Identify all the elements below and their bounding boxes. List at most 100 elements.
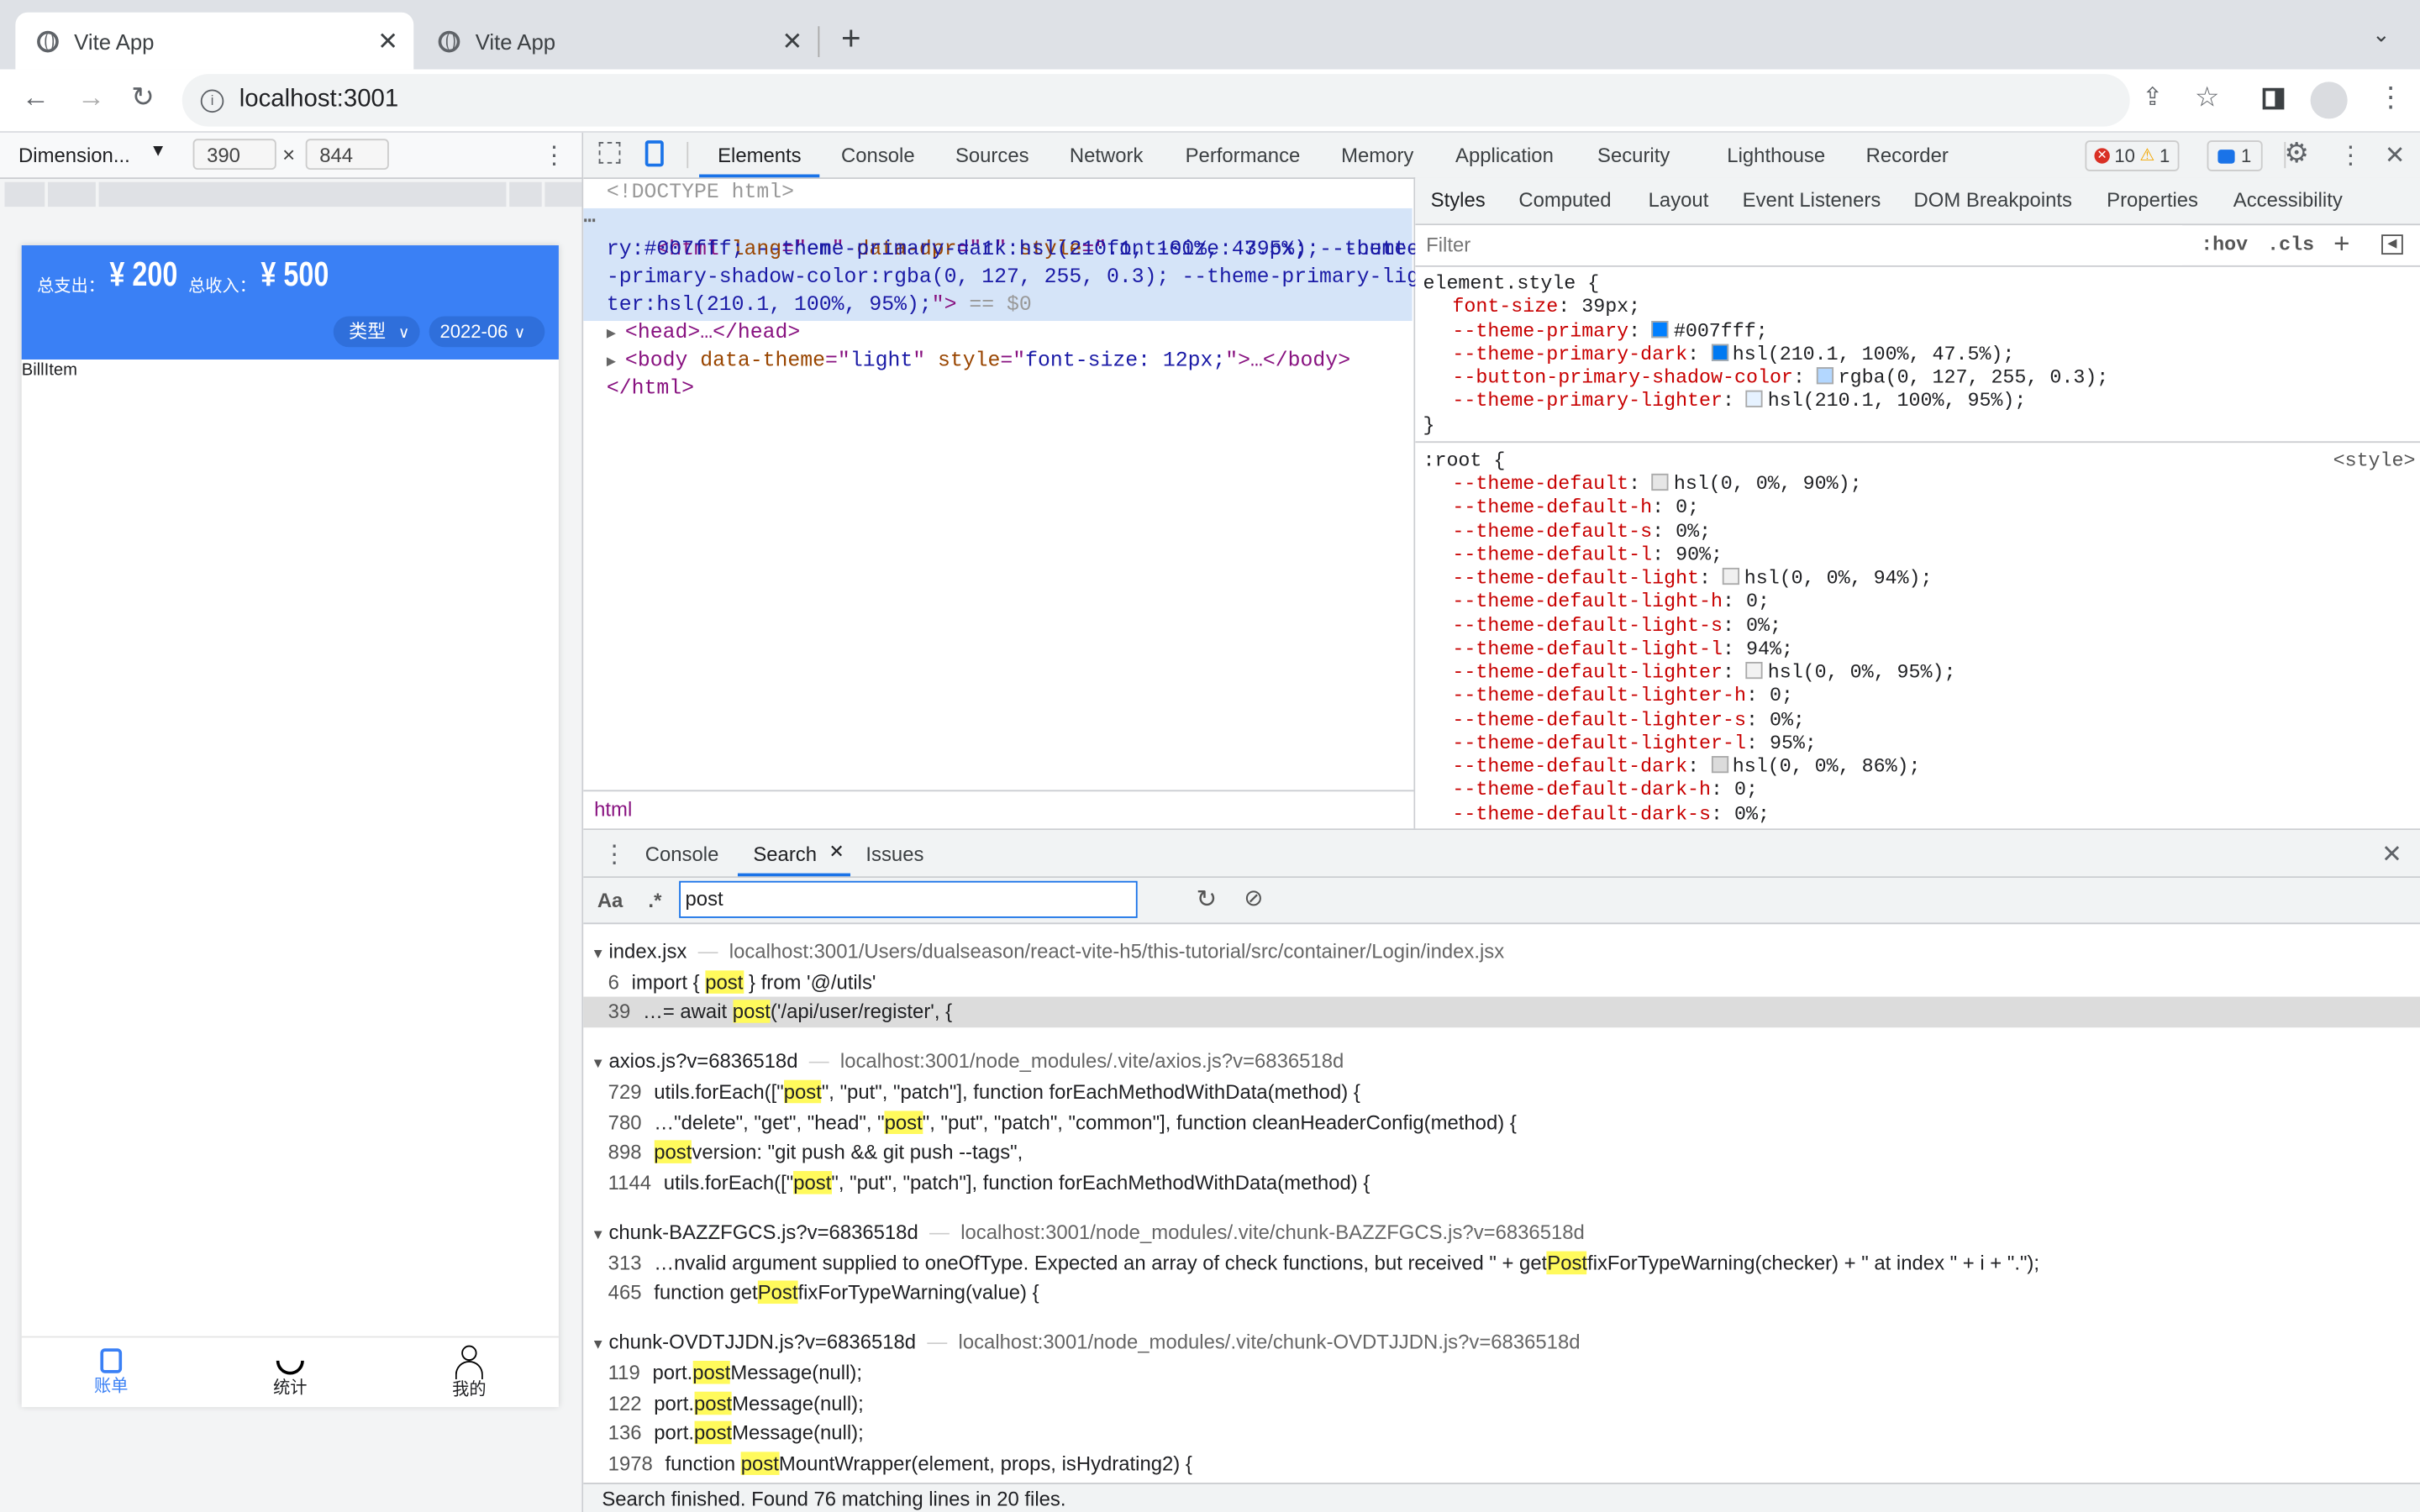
style-property[interactable]: --theme-default-lighter: hsl(0, 0%, 95%)… — [1452, 660, 1955, 684]
drawer-menu-icon[interactable]: ⋮ — [602, 839, 626, 870]
devtools-tab-application[interactable]: Application — [1455, 133, 1554, 177]
reload-icon[interactable]: ↻ — [131, 81, 155, 114]
media-query-bar[interactable] — [4, 181, 45, 207]
style-property[interactable]: --theme-default-s: 0%; — [1452, 519, 1711, 543]
messages-counter[interactable]: 1 — [2207, 140, 2263, 171]
info-icon[interactable]: i — [200, 88, 224, 113]
browser-tab[interactable]: Vite App ✕ — [417, 26, 820, 57]
devtools-tab-performance[interactable]: Performance — [1186, 133, 1301, 177]
close-tab-icon[interactable]: ✕ — [781, 26, 802, 57]
styles-filter-input[interactable]: Filter — [1415, 225, 2183, 265]
media-query-bar[interactable] — [98, 181, 507, 207]
style-property[interactable]: --theme-default-light-s: 0%; — [1452, 613, 1781, 637]
devtools-tab-sources[interactable]: Sources — [955, 133, 1029, 177]
color-swatch[interactable] — [1652, 320, 1670, 338]
date-filter-button[interactable]: 2022-06 ∨ — [429, 316, 545, 348]
style-property[interactable]: --button-primary-shadow-color: rgba(0, 1… — [1452, 365, 2108, 389]
type-filter-button[interactable]: 类型 ∨ — [333, 316, 420, 348]
media-query-bar[interactable] — [47, 181, 96, 207]
device-menu-icon[interactable]: ⋮ — [542, 140, 566, 171]
browser-tab-active[interactable]: Vite App ✕ — [15, 12, 414, 70]
style-property[interactable]: --theme-default-light-h: 0; — [1452, 590, 1770, 613]
color-swatch[interactable] — [1746, 391, 1764, 408]
nav-item-profile[interactable]: 我的 — [380, 1337, 559, 1408]
devtools-tab-network[interactable]: Network — [1070, 133, 1144, 177]
settings-gear-icon[interactable]: ⚙ — [2284, 137, 2309, 170]
style-property[interactable]: --theme-default-l: 90%; — [1452, 543, 1723, 566]
result-line[interactable]: 136 port.postMessage(null); — [583, 1418, 2420, 1448]
style-property[interactable]: --theme-default-h: 0; — [1452, 496, 1699, 519]
node-ellipsis[interactable]: ⋯ — [583, 210, 596, 238]
dropdown-triangle-icon[interactable]: ▼ — [150, 142, 166, 160]
result-file-header[interactable]: ▼ axios.js?v=6836518d — localhost:3001/n… — [583, 1047, 2420, 1077]
result-line[interactable]: 465 function getPostfixForTypeWarning(val… — [583, 1278, 2420, 1308]
breadcrumb-html[interactable]: html — [594, 798, 632, 822]
styles-tab-accessibility[interactable]: Accessibility — [2233, 188, 2343, 212]
new-tab-button[interactable]: + — [841, 18, 861, 59]
match-case-toggle[interactable]: Aa — [597, 889, 623, 912]
result-line[interactable]: 1144 utils.forEach(["post", "put", "patch… — [583, 1168, 2420, 1198]
body-node[interactable]: ▶ <body data-theme="light" style="font-s… — [607, 349, 1350, 378]
menu-kebab-icon[interactable]: ⋮ — [2377, 81, 2405, 114]
color-swatch[interactable] — [1723, 567, 1740, 585]
color-swatch[interactable] — [1816, 367, 1834, 385]
color-swatch[interactable] — [1746, 661, 1764, 680]
nav-item-bills[interactable]: 账单 — [22, 1337, 201, 1408]
style-property[interactable]: --theme-default-lighter-s: 0%; — [1452, 707, 1805, 731]
result-line[interactable]: 898 postversion: "git push && git push --… — [583, 1137, 2420, 1168]
forward-icon[interactable]: → — [77, 81, 105, 114]
result-line[interactable]: 780 …"delete", "get", "head", "post", "pu… — [583, 1107, 2420, 1137]
close-devtools-icon[interactable]: ✕ — [2385, 140, 2406, 171]
result-line[interactable]: 39 …= await post('/api/user/register', { — [583, 996, 2420, 1027]
result-line[interactable]: 119 port.postMessage(null); — [583, 1357, 2420, 1388]
devtools-tab-console[interactable]: Console — [841, 133, 915, 177]
issues-counter[interactable]: ✕ 10 ⚠ 1 — [2085, 140, 2180, 171]
devtools-tab-recorder[interactable]: Recorder — [1866, 133, 1949, 177]
dimensions-dropdown[interactable]: Dimension... — [18, 144, 130, 167]
refresh-search-icon[interactable]: ↻ — [1196, 884, 1217, 915]
devtools-tab-elements[interactable]: Elements — [699, 133, 820, 178]
devtools-menu-icon[interactable]: ⋮ — [2338, 140, 2363, 171]
close-search-tab-icon[interactable]: ✕ — [829, 841, 844, 863]
color-swatch[interactable] — [1652, 473, 1670, 491]
width-input[interactable]: 390 — [192, 139, 276, 171]
style-property[interactable]: --theme-default-lighter-h: 0; — [1452, 684, 1793, 707]
new-style-rule-button[interactable]: + — [2333, 228, 2349, 261]
result-line[interactable]: 6 import { post } from '@/utils' — [583, 967, 2420, 997]
style-property[interactable]: --theme-default-dark: hsl(0, 0%, 86%); — [1452, 754, 1920, 778]
regex-toggle[interactable]: .* — [648, 889, 661, 912]
device-toggle-icon[interactable] — [644, 140, 664, 167]
style-property[interactable]: --theme-primary-lighter: hsl(210.1, 100%… — [1452, 389, 2026, 412]
result-line[interactable]: 313 …nvalid argument supplied to oneOfTyp… — [583, 1247, 2420, 1278]
close-tab-icon[interactable]: ✕ — [377, 25, 398, 56]
cls-toggle[interactable]: .cls — [2267, 233, 2314, 256]
styles-tab-computed[interactable]: Computed — [1518, 188, 1611, 212]
styles-tab-event-listeners[interactable]: Event Listeners — [1743, 188, 1881, 212]
drawer-tab-search[interactable]: Search ✕ — [737, 830, 851, 877]
color-swatch[interactable] — [1711, 344, 1728, 361]
side-panel-icon[interactable] — [2262, 87, 2285, 110]
nav-item-stats[interactable]: 统计 — [201, 1337, 380, 1408]
computed-sidebar-toggle-icon[interactable]: ◀ — [2381, 234, 2403, 255]
devtools-tab-security[interactable]: Security — [1597, 133, 1670, 177]
result-line[interactable]: 1978 function postMountWrapper(element, p… — [583, 1448, 2420, 1478]
inspect-element-icon[interactable] — [598, 141, 621, 164]
style-property[interactable]: --theme-default-light: hsl(0, 0%, 94%); — [1452, 566, 1932, 590]
result-file-header[interactable]: ▼ chunk-OVDTJJDN.js?v=6836518d — localho… — [583, 1327, 2420, 1357]
height-input[interactable]: 844 — [305, 139, 389, 171]
styles-tab-layout[interactable]: Layout — [1649, 188, 1709, 212]
devtools-tab-memory[interactable]: Memory — [1341, 133, 1413, 177]
styles-tab-styles[interactable]: Styles — [1431, 188, 1486, 212]
clear-search-icon[interactable]: ⊘ — [1244, 884, 1263, 911]
back-icon[interactable]: ← — [22, 81, 50, 114]
color-swatch[interactable] — [1711, 756, 1728, 774]
media-query-bar[interactable] — [509, 181, 542, 207]
search-input[interactable]: post — [679, 880, 1138, 918]
result-line[interactable]: 122 port.postMessage(null); — [583, 1388, 2420, 1418]
result-file-header[interactable]: ▼ index.jsx — localhost:3001/Users/duals… — [583, 937, 2420, 967]
style-property[interactable]: font-size: 39px; — [1452, 295, 1640, 318]
tab-search-chevron-icon[interactable]: ⌄ — [2372, 22, 2391, 48]
html-close-tag[interactable]: </html> — [607, 376, 694, 404]
style-property[interactable]: --theme-default-dark-s: 0%; — [1452, 801, 1770, 825]
styles-tab-dom-breakpoints[interactable]: DOM Breakpoints — [1914, 188, 2072, 212]
